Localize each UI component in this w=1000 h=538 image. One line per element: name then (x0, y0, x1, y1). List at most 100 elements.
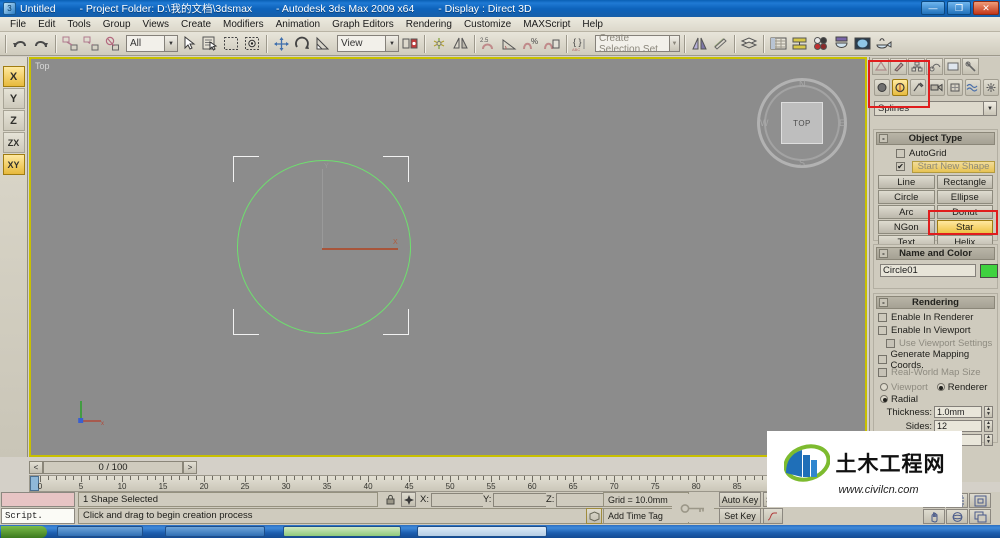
chevron-down-icon[interactable]: ▼ (385, 36, 398, 51)
menu-item-graph-editors[interactable]: Graph Editors (326, 17, 400, 32)
next-frame-button[interactable]: > (183, 460, 197, 474)
autogrid-row[interactable]: AutoGrid (874, 147, 997, 160)
close-button[interactable]: ✕ (973, 1, 999, 15)
maximize-viewport-icon[interactable] (969, 509, 991, 524)
menu-item-modifiers[interactable]: Modifiers (217, 17, 270, 32)
shape-button-ellipse[interactable]: Ellipse (936, 190, 993, 204)
menu-item-customize[interactable]: Customize (458, 17, 517, 32)
key-filters-icon[interactable] (763, 508, 783, 524)
menu-item-file[interactable]: File (4, 17, 32, 32)
menu-item-maxscript[interactable]: MAXScript (517, 17, 576, 32)
menu-item-help[interactable]: Help (576, 17, 609, 32)
select-object-icon[interactable] (179, 34, 199, 54)
menu-item-animation[interactable]: Animation (270, 17, 326, 32)
menu-item-create[interactable]: Create (175, 17, 217, 32)
geometry-category-icon[interactable] (874, 78, 891, 96)
start-new-shape-checkbox[interactable]: ✔ (896, 162, 905, 171)
window-crossing-icon[interactable] (242, 34, 262, 54)
object-color-swatch[interactable] (980, 264, 998, 278)
utilities-tab[interactable] (962, 58, 979, 75)
axis-constraint-z[interactable]: Z (2, 110, 25, 131)
zoom-extents-icon[interactable] (969, 493, 991, 508)
menu-item-edit[interactable]: Edit (32, 17, 61, 32)
modify-tab[interactable] (890, 58, 907, 75)
x-coordinate-group[interactable]: X: (420, 492, 489, 507)
display-tab[interactable] (944, 58, 961, 75)
view-cube[interactable]: TOP N E S W (757, 78, 847, 168)
start-new-shape-row[interactable]: ✔ Start New Shape (874, 160, 997, 173)
layer-manager-icon[interactable] (739, 34, 759, 54)
motion-tab[interactable] (926, 58, 943, 75)
thickness-field[interactable]: 1.0mm (934, 406, 982, 418)
sides-spinner[interactable]: ▲ ▼ (984, 420, 993, 432)
name-and-color-rollout-header[interactable]: - Name and Color (876, 247, 995, 260)
shape-button-circle[interactable]: Circle (878, 190, 935, 204)
rendering-rollout-header[interactable]: - Rendering (876, 296, 995, 309)
schematic-view-icon[interactable] (789, 34, 809, 54)
rollout-collapse-icon[interactable]: - (879, 134, 888, 143)
snaps-toggle-icon[interactable]: 2.5 (479, 34, 499, 54)
menu-item-group[interactable]: Group (97, 17, 137, 32)
start-button[interactable] (1, 525, 47, 538)
maxscript-mini-listener-prompt[interactable] (1, 492, 75, 507)
radial-radio-row[interactable]: Radial (874, 393, 997, 405)
generate-mapping-coords-row[interactable]: Generate Mapping Coords. (874, 349, 997, 371)
viewport-renderer-radio-row[interactable]: Viewport Renderer (874, 381, 997, 393)
taskbar-item-2[interactable] (165, 526, 265, 537)
mirror-icon[interactable] (450, 34, 470, 54)
key-mode-toggle-icon[interactable] (586, 508, 602, 524)
shape-button-arc[interactable]: Arc (878, 205, 935, 219)
angle-snap-toggle-icon[interactable] (500, 34, 520, 54)
y-coordinate-field[interactable] (493, 492, 552, 507)
material-editor-icon[interactable] (810, 34, 830, 54)
y-coordinate-group[interactable]: Y: (483, 492, 552, 507)
render-production-icon[interactable] (873, 34, 893, 54)
minimize-button[interactable]: — (921, 1, 945, 15)
thickness-row[interactable]: Thickness: 1.0mm ▲ ▼ (874, 405, 997, 419)
named-selection-set-combo[interactable]: Create Selection Set ▼ (595, 33, 680, 55)
absolute-relative-transform-icon[interactable] (401, 492, 416, 507)
object-type-rollout-header[interactable]: - Object Type (876, 132, 995, 145)
edit-named-selection-sets-icon[interactable]: { } ABC (571, 34, 591, 54)
view-cube-top-face[interactable]: TOP (781, 102, 823, 144)
systems-category-icon[interactable] (982, 78, 999, 96)
taskbar-item-3[interactable] (283, 526, 401, 537)
bind-to-space-warp-icon[interactable] (102, 34, 122, 54)
select-and-rotate-icon[interactable] (292, 34, 312, 54)
reference-coordinate-combo[interactable]: View ▼ (337, 35, 399, 52)
rendered-frame-window-icon[interactable] (852, 34, 872, 54)
thickness-spinner[interactable]: ▲ ▼ (984, 406, 993, 418)
rollout-collapse-icon[interactable]: - (879, 298, 888, 307)
helpers-category-icon[interactable] (946, 78, 963, 96)
menu-item-views[interactable]: Views (137, 17, 176, 32)
compass-north[interactable]: N (799, 79, 806, 89)
percent-snap-toggle-icon[interactable]: % (521, 34, 541, 54)
lights-category-icon[interactable] (910, 78, 927, 96)
align-selection-icon[interactable] (710, 34, 730, 54)
axis-constraint-y[interactable]: Y (2, 88, 25, 109)
redo-icon[interactable] (31, 34, 51, 54)
chevron-down-icon[interactable]: ▼ (164, 36, 177, 51)
render-setup-icon[interactable] (831, 34, 851, 54)
generate-mapping-coords-checkbox[interactable] (878, 355, 887, 364)
taskbar-item-4[interactable] (417, 526, 547, 537)
key-toggle-icon[interactable] (672, 494, 714, 522)
object-name-field[interactable]: Circle01 (880, 264, 976, 277)
shape-button-line[interactable]: Line (878, 175, 935, 189)
hierarchy-tab[interactable] (908, 58, 925, 75)
start-new-shape-button[interactable]: Start New Shape (912, 160, 995, 173)
selection-filter-combo[interactable]: All ▼ (126, 35, 178, 52)
shape-button-donut[interactable]: Donut (936, 205, 993, 219)
unlink-selection-icon[interactable] (81, 34, 101, 54)
axis-constraint-zx[interactable]: ZX (2, 132, 25, 153)
maximize-button[interactable]: ❐ (947, 1, 971, 15)
align-icon[interactable] (429, 34, 449, 54)
compass-east[interactable]: E (839, 118, 845, 128)
select-and-move-icon[interactable] (271, 34, 291, 54)
axis-constraint-x[interactable]: X (2, 66, 25, 87)
select-and-uniform-scale-icon[interactable] (313, 34, 333, 54)
menu-item-rendering[interactable]: Rendering (400, 17, 458, 32)
enable-in-viewport-row[interactable]: Enable In Viewport (874, 324, 997, 337)
compass-south[interactable]: S (799, 158, 805, 168)
enable-in-renderer-checkbox[interactable] (878, 313, 887, 322)
